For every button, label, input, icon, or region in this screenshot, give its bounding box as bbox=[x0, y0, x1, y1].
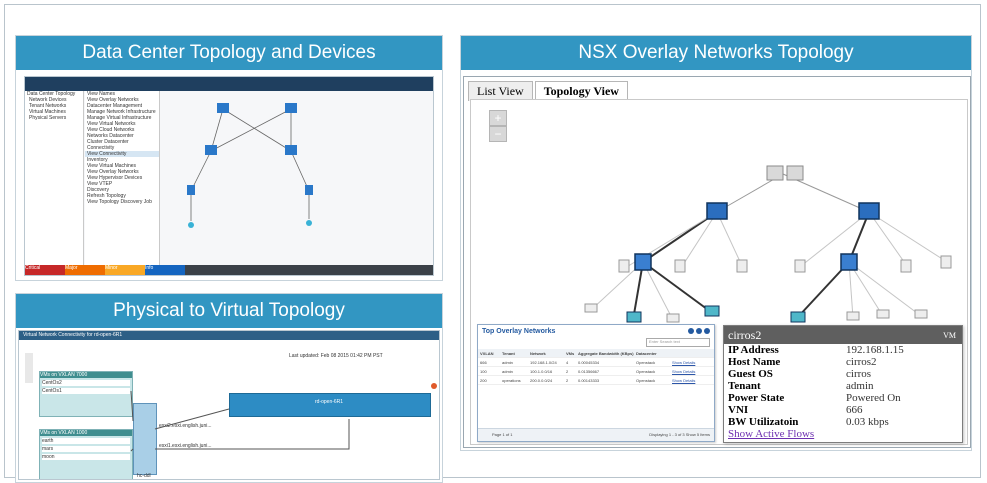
tooltip-key: Host Name bbox=[728, 356, 781, 368]
dc-footer-major: Major bbox=[65, 265, 105, 275]
tooltip-value: 666 bbox=[846, 404, 863, 416]
tooltip-value: Powered On bbox=[846, 392, 901, 404]
cell: 4 bbox=[566, 359, 569, 365]
dc-left-item[interactable]: Physical Servers bbox=[25, 115, 83, 121]
pv-panel: Physical to Virtual Topology Virtual Net… bbox=[15, 293, 443, 483]
pager-summary: Displaying 1 - 3 of 3 Show 5 Items bbox=[649, 432, 710, 437]
tooltip-value: admin bbox=[846, 380, 874, 392]
vm-tooltip: cirros2 VM IP Address 192.168.1.15 Host N… bbox=[723, 325, 963, 443]
table-title: Top Overlay Networks bbox=[482, 328, 556, 335]
dc-left-tree: Data Center Topology Network Devices Ten… bbox=[25, 91, 84, 267]
tab-topology-view[interactable]: Topology View bbox=[534, 81, 628, 101]
table-window-controls[interactable] bbox=[688, 328, 710, 334]
tooltip-row: VNI 666 bbox=[724, 404, 962, 416]
cell: admin bbox=[502, 368, 513, 374]
col-header[interactable]: Tenant bbox=[502, 351, 530, 356]
tooltip-row: IP Address 192.168.1.15 bbox=[724, 344, 962, 356]
settings-icon[interactable] bbox=[696, 328, 702, 334]
nsx-tabs: List View Topology View bbox=[468, 81, 628, 101]
cell: 666 bbox=[480, 359, 487, 365]
tooltip-value: cirros bbox=[846, 368, 872, 380]
nsx-panel-title: NSX Overlay Networks Topology bbox=[461, 36, 971, 70]
cell: 192.168.1.0/24 bbox=[530, 359, 557, 365]
tooltip-row: BW Utilizatoin 0.03 kbps bbox=[724, 416, 962, 428]
dc-panel: Data Center Topology and Devices Data Ce… bbox=[15, 35, 443, 281]
table-header-row: VXLAN Tenant Network VMs Aggregate Bandw… bbox=[478, 349, 714, 358]
tooltip-value: 192.168.1.15 bbox=[846, 344, 904, 356]
cell: 2 bbox=[566, 368, 569, 374]
tooltip-key: Power State bbox=[728, 392, 785, 404]
refresh-icon[interactable] bbox=[688, 328, 694, 334]
cell: 100.1.0.0/16 bbox=[530, 368, 553, 374]
show-details-link[interactable]: Show Details bbox=[672, 360, 706, 365]
nsx-screenshot: List View Topology View + − Top Overlay … bbox=[463, 76, 971, 448]
nsx-panel: NSX Overlay Networks Topology List View … bbox=[460, 35, 972, 451]
table-row[interactable]: 666 admin 192.168.1.0/24 4 0.00045334 Op… bbox=[478, 358, 714, 367]
tooltip-key: VNI bbox=[728, 404, 749, 416]
cell: 0.00143333 bbox=[578, 377, 600, 383]
pv-panel-title: Physical to Virtual Topology bbox=[16, 294, 442, 328]
cell: 2 bbox=[566, 377, 569, 383]
cell: Openstack bbox=[636, 368, 656, 374]
pv-screenshot: Virtual Network Connectivity for rd-open… bbox=[18, 330, 440, 480]
cell: Openstack bbox=[636, 377, 656, 383]
composite-frame: Data Center Topology and Devices Data Ce… bbox=[4, 4, 981, 483]
col-header[interactable]: VMs bbox=[566, 351, 578, 356]
dc-topbar bbox=[25, 77, 433, 91]
tooltip-row: Power State Powered On bbox=[724, 392, 962, 404]
tooltip-key: Guest OS bbox=[728, 368, 773, 380]
show-active-flows-link[interactable]: Show Active Flows bbox=[724, 428, 962, 440]
dc-footer: Critical Major Minor Info bbox=[25, 265, 433, 275]
col-header[interactable]: Datacenter bbox=[636, 351, 672, 356]
dc-footer-minor: Minor bbox=[105, 265, 145, 275]
tooltip-value: cirros2 bbox=[846, 356, 877, 368]
tooltip-header: cirros2 VM bbox=[724, 326, 962, 344]
cell: 100 bbox=[480, 368, 487, 374]
col-header[interactable]: Aggregate Bandwidth (KBps) bbox=[578, 351, 636, 356]
cell: 0.00045334 bbox=[578, 359, 600, 365]
col-header[interactable]: VXLAN bbox=[478, 351, 502, 356]
tooltip-key: Tenant bbox=[728, 380, 761, 392]
dc-topology-graph bbox=[187, 103, 313, 228]
cell: admin bbox=[502, 359, 513, 365]
cell: operations bbox=[502, 377, 521, 383]
tab-list-view[interactable]: List View bbox=[468, 81, 533, 101]
table-pager: Page 1 of 1 Displaying 1 - 3 of 3 Show 5… bbox=[478, 428, 714, 441]
dc-mid-list: View Names View Overlay Networks Datacen… bbox=[85, 91, 160, 267]
cell: 200 bbox=[480, 377, 487, 383]
col-header[interactable]: Network bbox=[530, 351, 566, 356]
pv-alert-icon bbox=[431, 383, 437, 389]
tooltip-badge: VM bbox=[943, 330, 956, 340]
tooltip-title: cirros2 bbox=[728, 327, 762, 342]
table-search-input[interactable]: Enter Search text bbox=[646, 338, 710, 347]
cell: 0.01356667 bbox=[578, 368, 600, 374]
table-row[interactable]: 200 operations 200.0.0.0/24 2 0.00143333… bbox=[478, 376, 714, 385]
dc-screenshot: Data Center Topology Network Devices Ten… bbox=[24, 76, 434, 276]
nsx-canvas: + − Top Overlay Networks Enter Search te… bbox=[470, 99, 968, 445]
tooltip-row: Host Name cirros2 bbox=[724, 356, 962, 368]
tooltip-row: Tenant admin bbox=[724, 380, 962, 392]
tooltip-value: 0.03 kbps bbox=[846, 416, 889, 428]
dc-footer-info: Info bbox=[145, 265, 185, 275]
top-overlay-networks-table: Top Overlay Networks Enter Search text V… bbox=[477, 324, 715, 442]
dc-panel-title: Data Center Topology and Devices bbox=[16, 36, 442, 70]
dc-footer-critical: Critical bbox=[25, 265, 65, 275]
table-grid: VXLAN Tenant Network VMs Aggregate Bandw… bbox=[478, 349, 714, 427]
pv-switch-label: rd-open-6R1 bbox=[315, 399, 344, 405]
tooltip-key: BW Utilizatoin bbox=[728, 416, 799, 428]
show-details-link[interactable]: Show Details bbox=[672, 369, 706, 374]
tooltip-key: IP Address bbox=[728, 344, 779, 356]
close-icon[interactable] bbox=[704, 328, 710, 334]
tooltip-row: Guest OS cirros bbox=[724, 368, 962, 380]
table-row[interactable]: 100 admin 100.1.0.0/16 2 0.01356667 Open… bbox=[478, 367, 714, 376]
show-details-link[interactable]: Show Details bbox=[672, 378, 706, 383]
dc-list-item[interactable]: View Topology Discovery Job bbox=[85, 199, 159, 205]
cell: 200.0.0.0/24 bbox=[530, 377, 553, 383]
pager-text[interactable]: Page 1 of 1 bbox=[492, 432, 512, 437]
cell: Openstack bbox=[636, 359, 656, 365]
pv-switch[interactable] bbox=[229, 393, 431, 417]
